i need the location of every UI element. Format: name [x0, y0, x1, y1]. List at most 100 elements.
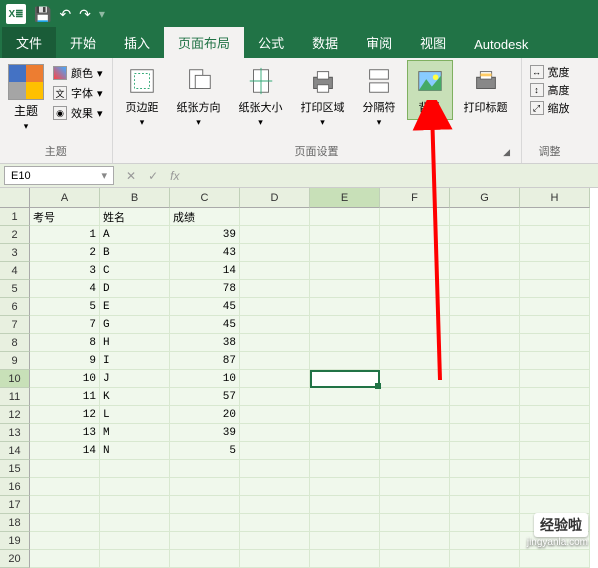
cell-A16[interactable]	[30, 478, 100, 496]
cell-H5[interactable]	[520, 280, 590, 298]
cell-A2[interactable]: 1	[30, 226, 100, 244]
cell-H10[interactable]	[520, 370, 590, 388]
cell-B15[interactable]	[100, 460, 170, 478]
cell-F13[interactable]	[380, 424, 450, 442]
cell-A19[interactable]	[30, 532, 100, 550]
cell-C4[interactable]: 14	[170, 262, 240, 280]
cell-E3[interactable]	[310, 244, 380, 262]
cell-G9[interactable]	[450, 352, 520, 370]
cell-F8[interactable]	[380, 334, 450, 352]
cell-B20[interactable]	[100, 550, 170, 568]
cell-A15[interactable]	[30, 460, 100, 478]
cell-G6[interactable]	[450, 298, 520, 316]
name-box[interactable]: E10 ▾	[4, 166, 114, 185]
row-header-18[interactable]: 18	[0, 514, 30, 532]
cell-B16[interactable]	[100, 478, 170, 496]
row-header-14[interactable]: 14	[0, 442, 30, 460]
cell-B14[interactable]: N	[100, 442, 170, 460]
cell-E20[interactable]	[310, 550, 380, 568]
cell-A14[interactable]: 14	[30, 442, 100, 460]
cell-E5[interactable]	[310, 280, 380, 298]
row-header-5[interactable]: 5	[0, 280, 30, 298]
cell-D11[interactable]	[240, 388, 310, 406]
cell-B3[interactable]: B	[100, 244, 170, 262]
cell-E9[interactable]	[310, 352, 380, 370]
row-header-1[interactable]: 1	[0, 208, 30, 226]
cells-area[interactable]: 考号姓名成绩1A392B433C144D785E457G458H389I8710…	[30, 208, 590, 568]
theme-fonts-button[interactable]: 文字体 ▾	[52, 84, 104, 102]
cell-F18[interactable]	[380, 514, 450, 532]
cell-B11[interactable]: K	[100, 388, 170, 406]
cell-C16[interactable]	[170, 478, 240, 496]
cell-A13[interactable]: 13	[30, 424, 100, 442]
col-header-G[interactable]: G	[450, 188, 520, 208]
row-header-20[interactable]: 20	[0, 550, 30, 568]
themes-button[interactable]: 主题 ▾	[6, 60, 46, 136]
cell-C2[interactable]: 39	[170, 226, 240, 244]
cell-A1[interactable]: 考号	[30, 208, 100, 226]
cell-E15[interactable]	[310, 460, 380, 478]
orientation-button[interactable]: 纸张方向▾	[170, 60, 228, 133]
tab-formulas[interactable]: 公式	[244, 27, 298, 58]
cell-C11[interactable]: 57	[170, 388, 240, 406]
cell-H13[interactable]	[520, 424, 590, 442]
cell-D6[interactable]	[240, 298, 310, 316]
cell-F16[interactable]	[380, 478, 450, 496]
cell-G13[interactable]	[450, 424, 520, 442]
cell-B2[interactable]: A	[100, 226, 170, 244]
tab-view[interactable]: 视图	[406, 27, 460, 58]
cell-E12[interactable]	[310, 406, 380, 424]
cell-G8[interactable]	[450, 334, 520, 352]
theme-effects-button[interactable]: ◉效果 ▾	[52, 104, 104, 122]
cell-E18[interactable]	[310, 514, 380, 532]
cell-D20[interactable]	[240, 550, 310, 568]
row-header-2[interactable]: 2	[0, 226, 30, 244]
cell-F10[interactable]	[380, 370, 450, 388]
cell-H20[interactable]	[520, 550, 590, 568]
col-header-D[interactable]: D	[240, 188, 310, 208]
cell-D13[interactable]	[240, 424, 310, 442]
cell-C13[interactable]: 39	[170, 424, 240, 442]
cancel-icon[interactable]: ✕	[126, 169, 136, 183]
scale-control[interactable]: ⤢缩放	[530, 100, 570, 116]
col-header-C[interactable]: C	[170, 188, 240, 208]
print-titles-button[interactable]: 打印标题	[457, 60, 515, 120]
page-setup-dialog-launcher-icon[interactable]: ◢	[501, 147, 513, 159]
cell-D9[interactable]	[240, 352, 310, 370]
cell-B5[interactable]: D	[100, 280, 170, 298]
cell-H4[interactable]	[520, 262, 590, 280]
row-header-6[interactable]: 6	[0, 298, 30, 316]
cell-D18[interactable]	[240, 514, 310, 532]
cell-C5[interactable]: 78	[170, 280, 240, 298]
cell-A4[interactable]: 3	[30, 262, 100, 280]
row-header-4[interactable]: 4	[0, 262, 30, 280]
cell-E6[interactable]	[310, 298, 380, 316]
cell-D1[interactable]	[240, 208, 310, 226]
cell-D10[interactable]	[240, 370, 310, 388]
theme-colors-button[interactable]: 颜色 ▾	[52, 64, 104, 82]
row-header-3[interactable]: 3	[0, 244, 30, 262]
row-header-13[interactable]: 13	[0, 424, 30, 442]
cell-C14[interactable]: 5	[170, 442, 240, 460]
cell-G17[interactable]	[450, 496, 520, 514]
select-all-corner[interactable]	[0, 188, 30, 208]
row-header-15[interactable]: 15	[0, 460, 30, 478]
cell-B19[interactable]	[100, 532, 170, 550]
cell-A12[interactable]: 12	[30, 406, 100, 424]
cell-A18[interactable]	[30, 514, 100, 532]
cell-H12[interactable]	[520, 406, 590, 424]
cell-F7[interactable]	[380, 316, 450, 334]
margins-button[interactable]: 页边距▾	[119, 60, 166, 133]
cell-E17[interactable]	[310, 496, 380, 514]
cell-D19[interactable]	[240, 532, 310, 550]
cell-C17[interactable]	[170, 496, 240, 514]
cell-D3[interactable]	[240, 244, 310, 262]
cell-B17[interactable]	[100, 496, 170, 514]
cell-C12[interactable]: 20	[170, 406, 240, 424]
cell-H19[interactable]	[520, 532, 590, 550]
cell-H6[interactable]	[520, 298, 590, 316]
row-header-8[interactable]: 8	[0, 334, 30, 352]
height-control[interactable]: ↕高度	[530, 82, 570, 98]
cell-G2[interactable]	[450, 226, 520, 244]
cell-C10[interactable]: 10	[170, 370, 240, 388]
